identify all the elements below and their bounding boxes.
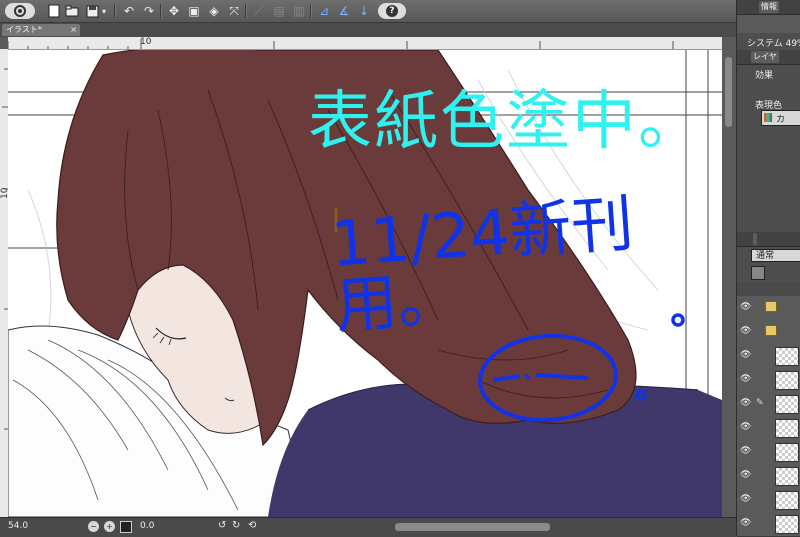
eye-icon[interactable]: 👁 <box>740 398 751 408</box>
vertical-scroll-thumb[interactable] <box>725 57 732 127</box>
tab-layer[interactable] <box>753 233 757 245</box>
layer-property-header: レイヤ <box>737 50 800 65</box>
layer-row[interactable]: 👁 ✎ <box>737 392 800 417</box>
navigator-thumb <box>737 15 800 33</box>
rotation-angle[interactable]: 0.0 <box>140 521 154 531</box>
fit-screen-icon[interactable] <box>120 521 132 533</box>
right-panel: 情報 システム 49% レイヤ 効果 表現色 カ 通常 👁 👁 👁 👁 👁 ✎ 👁… <box>736 0 800 537</box>
eye-icon[interactable]: 👁 <box>740 518 751 528</box>
document-tab[interactable]: イラスト* × <box>2 24 80 36</box>
deselect-icon[interactable]: ▥ <box>291 3 307 19</box>
opacity-control[interactable] <box>751 266 765 280</box>
horizontal-scroll-thumb[interactable] <box>395 523 550 531</box>
zoom-in-icon[interactable]: + <box>104 521 115 532</box>
navigator-header: 情報 <box>737 0 800 15</box>
layer-row[interactable]: 👁 <box>737 320 800 345</box>
annotation-cyan-text: 表紙色塗中。 <box>308 85 704 159</box>
save-icon[interactable] <box>84 3 100 19</box>
eye-icon[interactable]: 👁 <box>740 302 751 312</box>
save-dropdown-icon[interactable]: ▾ <box>99 3 109 19</box>
layer-thumbnail <box>775 395 799 414</box>
layer-row[interactable]: 👁 <box>737 416 800 441</box>
annotation-circle-text: -.-- <box>494 368 495 369</box>
layer-thumbnail <box>775 491 799 510</box>
layer-thumbnail <box>775 419 799 438</box>
pen-pressure-icon[interactable]: ⊿ <box>316 3 332 19</box>
help-button[interactable]: ? <box>378 3 406 19</box>
layer-row[interactable]: 👁 <box>737 344 800 369</box>
rotate-left-icon[interactable]: ↺ <box>218 520 230 532</box>
zoom-value[interactable]: 54.0 <box>8 521 28 531</box>
main-toolbar: ▾ ↶ ↷ ✥ ▣ ◈ ⤧ ⟋ ▤ ▥ ⊿ ∡ ↓ ? <box>0 0 736 23</box>
ruler-icon[interactable]: ⟋ <box>251 3 267 19</box>
layer-thumbnail <box>775 443 799 462</box>
new-file-icon[interactable] <box>46 3 62 19</box>
help-icon: ? <box>386 5 398 17</box>
app-menu-icon[interactable] <box>5 3 35 19</box>
angle-icon[interactable]: ∡ <box>336 3 352 19</box>
eye-icon[interactable]: 👁 <box>740 374 751 384</box>
eye-icon[interactable]: 👁 <box>740 446 751 456</box>
layer-row[interactable]: 👁 <box>737 440 800 465</box>
layer-row[interactable]: 👁 <box>737 296 800 321</box>
document-tab-bar: イラスト* × <box>0 23 736 37</box>
folder-icon <box>765 325 777 336</box>
select-all-icon[interactable]: ▤ <box>271 3 287 19</box>
layer-panel-header <box>737 232 800 247</box>
eye-icon[interactable]: 👁 <box>740 350 751 360</box>
pen-icon: ✎ <box>756 398 764 408</box>
display-color-value: カ <box>776 115 786 125</box>
document-tab-title: イラスト* <box>6 25 42 34</box>
eye-icon[interactable]: 👁 <box>740 494 751 504</box>
eye-icon[interactable]: 👁 <box>740 326 751 336</box>
reset-rotation-icon[interactable]: ⟲ <box>248 520 260 532</box>
display-color-select[interactable]: カ <box>761 110 800 126</box>
ruler-top-label: 10 <box>140 37 152 47</box>
zoom-out-icon[interactable]: − <box>88 521 99 532</box>
close-tab-icon[interactable]: × <box>70 24 77 36</box>
horizontal-ruler: 10 <box>8 37 722 50</box>
transform-icon[interactable]: ✥ <box>166 3 182 19</box>
layer-thumbnail <box>775 467 799 486</box>
layer-row[interactable]: 👁 <box>737 512 800 537</box>
open-file-icon[interactable] <box>64 3 80 19</box>
vertical-scrollbar[interactable] <box>722 37 736 517</box>
layer-row[interactable]: 👁 <box>737 464 800 489</box>
status-bar: 54.0 − + 0.0 ↺ ↻ ⟲ <box>0 517 736 537</box>
eye-icon[interactable]: 👁 <box>740 422 751 432</box>
layer-row[interactable]: 👁 <box>737 368 800 393</box>
drawing-canvas[interactable]: 表紙色塗中。 11/24新刊用。 -.-- <box>8 50 722 517</box>
layer-thumbnail <box>775 347 799 366</box>
tab-info[interactable]: 情報 <box>759 1 779 13</box>
folder-icon <box>765 301 777 312</box>
layer-thumbnail <box>775 515 799 534</box>
clear-icon[interactable]: ▣ <box>186 3 202 19</box>
system-usage: システム 49% <box>747 39 800 49</box>
layer-thumbnail <box>775 371 799 390</box>
layer-row[interactable]: 👁 <box>737 488 800 513</box>
effect-label: 効果 <box>755 71 774 81</box>
redo-icon[interactable]: ↷ <box>141 3 157 19</box>
rotate-right-icon[interactable]: ↻ <box>232 520 244 532</box>
tab-layer-property[interactable]: レイヤ <box>751 51 779 63</box>
color-mode-icon <box>764 113 772 122</box>
fill-icon[interactable]: ◈ <box>206 3 222 19</box>
crop-icon[interactable]: ⤧ <box>226 3 242 19</box>
undo-icon[interactable]: ↶ <box>121 3 137 19</box>
eye-icon[interactable]: 👁 <box>740 470 751 480</box>
stabilize-icon[interactable]: ↓ <box>356 3 372 19</box>
layer-tool-row <box>737 282 800 296</box>
blend-mode-select[interactable]: 通常 <box>751 249 800 262</box>
